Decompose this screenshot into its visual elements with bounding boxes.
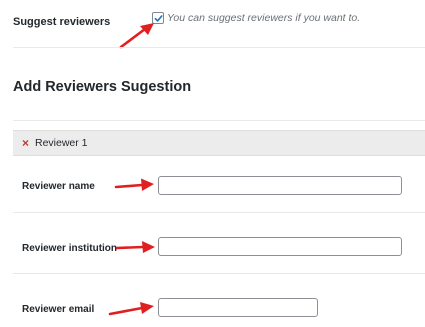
page: Suggest reviewers You can suggest review… xyxy=(0,0,425,327)
section-title: Add Reviewers Sugestion xyxy=(13,79,192,95)
reviewer-institution-input[interactable] xyxy=(158,237,402,256)
annotation-arrow-icon xyxy=(114,178,154,191)
divider xyxy=(13,47,425,48)
reviewer-email-label: Reviewer email xyxy=(22,304,95,315)
annotation-arrow-icon xyxy=(119,23,154,49)
divider xyxy=(13,212,425,213)
reviewer-header: × Reviewer 1 xyxy=(13,130,425,156)
divider xyxy=(13,120,425,121)
reviewer-name-label: Reviewer name xyxy=(22,181,95,192)
suggest-reviewers-hint: You can suggest reviewers if you want to… xyxy=(167,12,361,24)
reviewer-email-input[interactable] xyxy=(158,298,318,317)
reviewer-title: Reviewer 1 xyxy=(35,137,88,149)
divider xyxy=(13,273,425,274)
reviewer-institution-label: Reviewer institution xyxy=(22,243,118,254)
annotation-arrow-icon xyxy=(108,302,154,316)
annotation-arrow-icon xyxy=(115,241,155,253)
remove-reviewer-icon[interactable]: × xyxy=(22,136,29,150)
reviewer-name-input[interactable] xyxy=(158,176,402,195)
suggest-reviewers-label: Suggest reviewers xyxy=(13,16,111,28)
